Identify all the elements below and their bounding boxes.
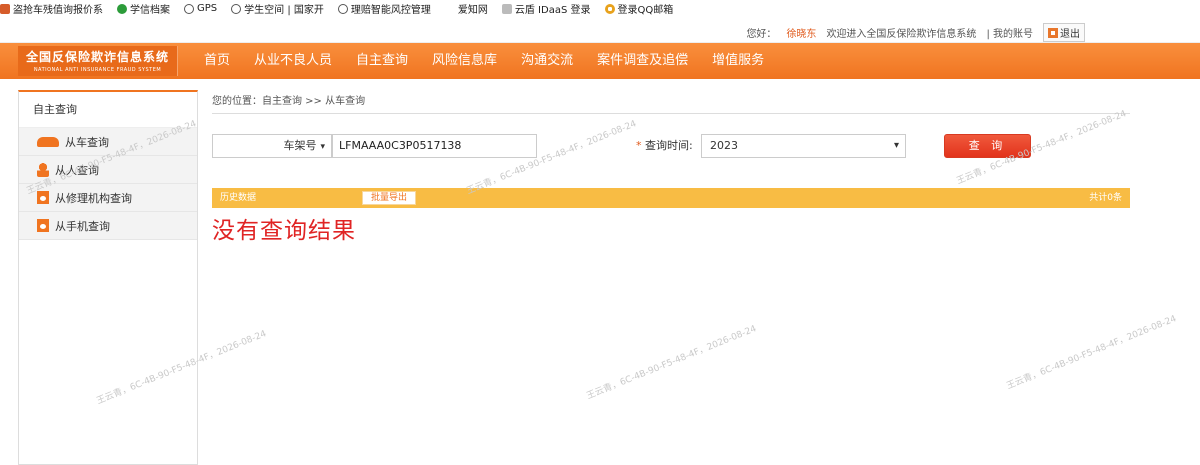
page-icon [501,3,512,14]
bookmarks-bar: 盗抢车残值询报价系 学信档案 GPS 学生空间 | 国家开 理赔智能风控管理 爱… [0,0,1200,17]
query-year-select[interactable]: 2023 ▾ [701,134,906,158]
bookmark-item[interactable]: 理赔智能风控管理 [337,1,431,16]
nav-item-value-added[interactable]: 增值服务 [700,43,776,79]
nav-item-home[interactable]: 首页 [192,43,242,79]
sidebar-item-person-query[interactable]: 从人查询 [19,156,197,184]
breadcrumb: 您的位置：自主查询 >> 从车查询 [212,90,1130,114]
query-button[interactable]: 查 询 [944,134,1031,158]
sidebar-item-label: 从车查询 [65,135,109,149]
sidebar-item-vehicle-query[interactable]: 从车查询 [19,128,197,156]
globe-icon [184,3,194,14]
nav-item-risk-db[interactable]: 风险信息库 [420,43,509,79]
nav-item-bad-personnel[interactable]: 从业不良人员 [242,43,344,79]
globe-icon [337,3,348,14]
exit-button[interactable]: 退出 [1043,23,1085,42]
globe-icon [231,3,242,14]
bookmark-item[interactable]: 云盾 IDaaS 登录 [501,1,591,16]
total-count: 共计0条 [1089,193,1122,203]
sidebar: 自主查询 从车查询 从人查询 从修理机构查询 从手机查询 [18,90,198,465]
nav-item-case-investigation[interactable]: 案件调查及追偿 [585,43,700,79]
main-nav: 全国反保险欺诈信息系统 NATIONAL ANTI INSURANCE FRAU… [0,43,1200,79]
history-label: 历史数据 [220,193,257,203]
qq-icon [604,3,615,14]
watermark: 王云青，6C-4B-90-F5-48-4F，2026-08-24 [1005,314,1178,392]
greeting-text: 您好： [746,29,777,40]
my-account-link[interactable]: | 我的账号 [986,25,1033,40]
sidebar-item-label: 从人查询 [55,163,99,177]
document-icon [37,219,49,232]
bookmark-item[interactable]: 爱知网 [444,1,488,16]
leaf-icon [117,3,127,14]
bookmark-item[interactable]: 学生空间 | 国家开 [231,1,324,16]
sidebar-item-repair-shop-query[interactable]: 从修理机构查询 [19,184,197,212]
page-icon [0,3,10,14]
chevron-down-icon: ▾ [893,140,899,151]
results-header-bar: 历史数据 批量导出 共计0条 [212,188,1130,208]
car-icon [37,136,59,147]
user-info: 您好： 徐晓东 欢迎进入全国反保险欺诈信息系统 | 我的账号 退出 [746,23,1085,42]
vin-input[interactable]: LFMAAA0C3P0517138 [332,134,537,158]
person-icon [37,162,49,177]
query-form: 车架号 ▾ LFMAAA0C3P0517138 * 查询时间: 2023 ▾ 查 询 [212,134,1130,158]
bookmark-item[interactable]: GPS [184,3,217,14]
main-content: 您的位置：自主查询 >> 从车查询 车架号 ▾ LFMAAA0C3P0517138… [212,90,1130,244]
query-time-label: * 查询时间: [636,139,693,152]
logo-title: 全国反保险欺诈信息系统 [25,50,169,64]
document-icon [37,191,49,204]
user-topbar: 您好： 徐晓东 欢迎进入全国反保险欺诈信息系统 | 我的账号 退出 [0,17,1200,43]
sidebar-item-phone-query[interactable]: 从手机查询 [19,212,197,240]
nav-item-self-query[interactable]: 自主查询 [344,43,420,79]
bookmark-item[interactable]: 盗抢车残值询报价系 [0,1,103,16]
bookmark-item[interactable]: 学信档案 [117,1,170,16]
sidebar-item-label: 从修理机构查询 [55,191,132,205]
sidebar-title: 自主查询 [19,92,197,128]
logo-subtitle: NATIONAL ANTI INSURANCE FRAUD SYSTEM [33,67,162,73]
logo: 全国反保险欺诈信息系统 NATIONAL ANTI INSURANCE FRAU… [18,46,178,76]
nav-item-communication[interactable]: 沟通交流 [509,43,585,79]
nav-menu: 首页 从业不良人员 自主查询 风险信息库 沟通交流 案件调查及追偿 增值服务 [192,43,776,79]
required-marker: * [636,139,645,152]
watermark: 王云青，6C-4B-90-F5-48-4F，2026-08-24 [585,324,758,402]
query-type-select[interactable]: 车架号 ▾ [212,134,332,158]
sidebar-item-label: 从手机查询 [55,219,110,233]
welcome-text: 欢迎进入全国反保险欺诈信息系统 [826,29,977,40]
empty-result-message: 没有查询结果 [212,218,356,244]
chevron-down-icon: ▾ [320,142,325,152]
batch-export-button[interactable]: 批量导出 [362,191,417,205]
bookmark-item[interactable]: 登录QQ邮箱 [604,1,673,16]
username: 徐晓东 [786,29,817,40]
page-icon [444,3,455,14]
exit-icon [1048,27,1058,38]
